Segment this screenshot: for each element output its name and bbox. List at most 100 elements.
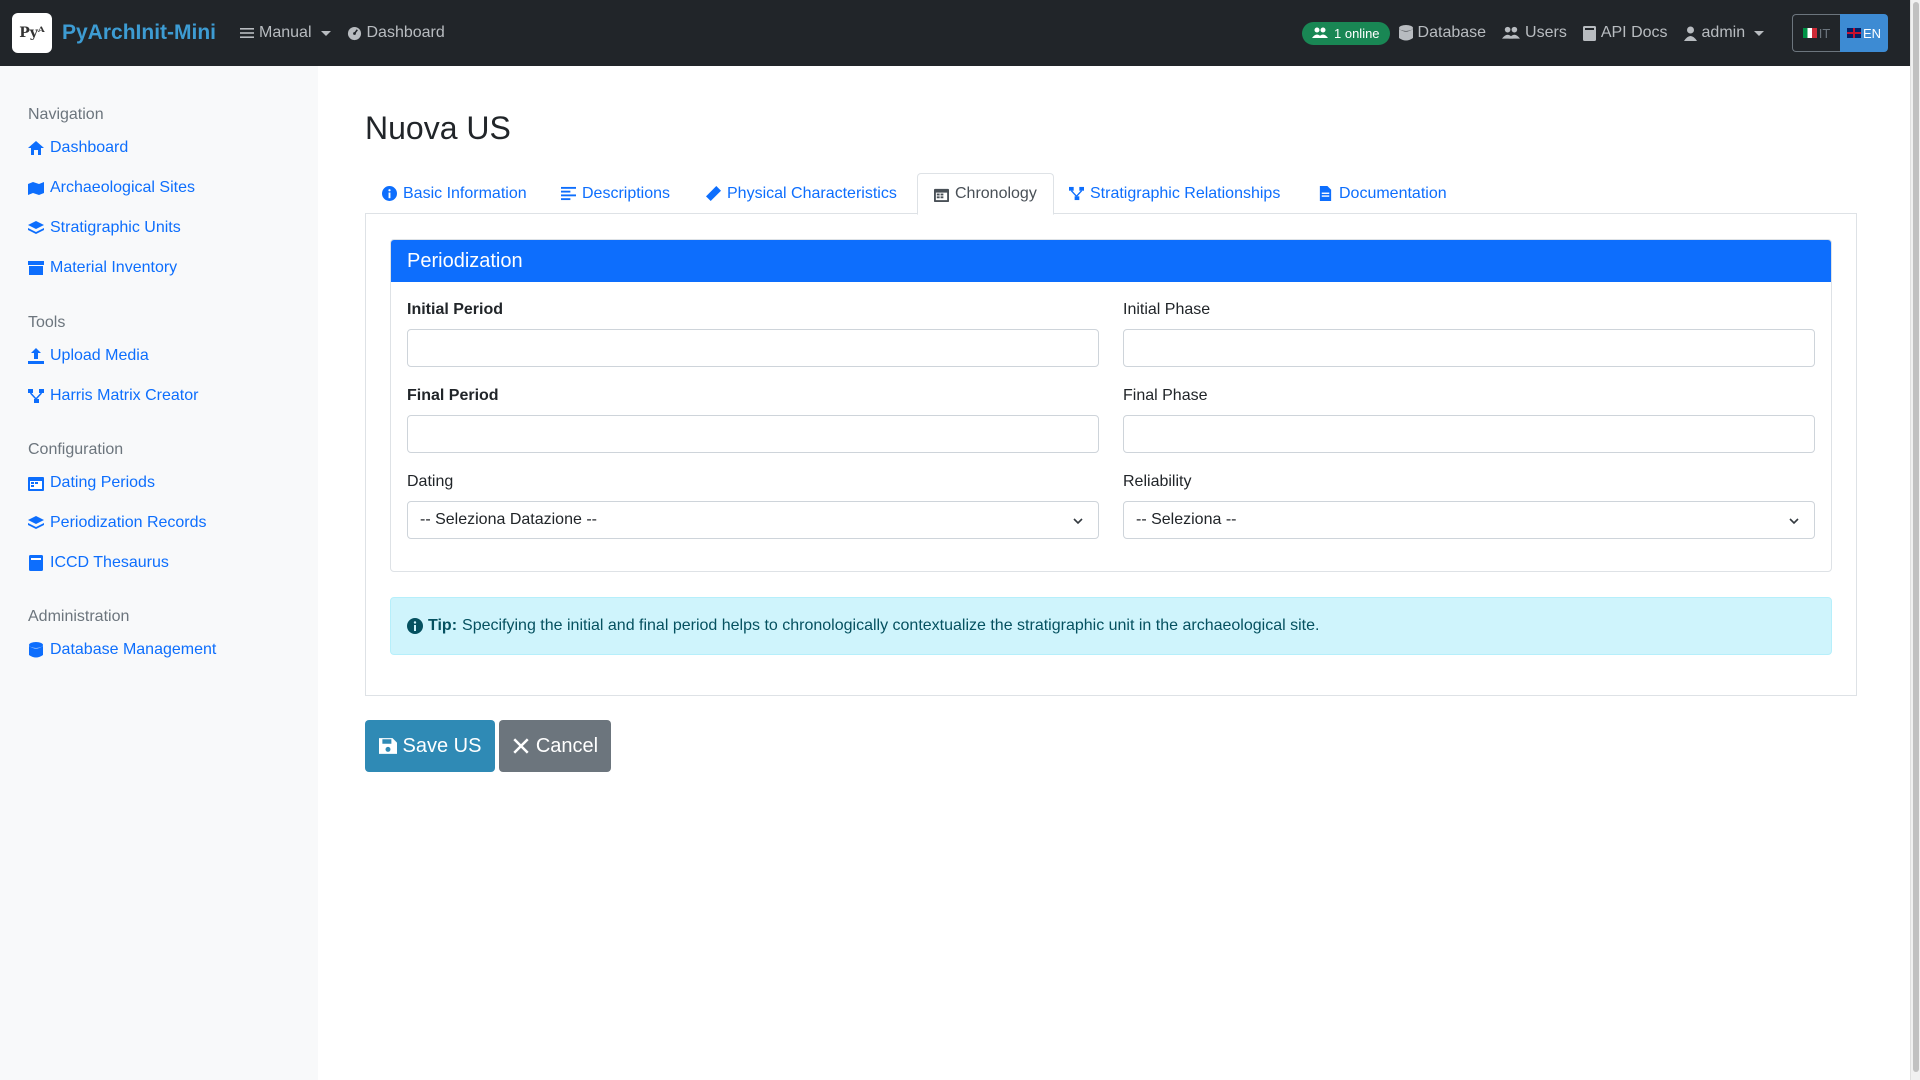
chevron-down-icon xyxy=(1789,518,1799,525)
user-icon xyxy=(1683,26,1697,41)
final-phase-input[interactable] xyxy=(1123,415,1815,453)
page-title: Nuova US xyxy=(365,110,511,146)
nav-dashboard[interactable]: Dashboard xyxy=(347,24,445,42)
sidebar-item-label: ICCD Thesaurus xyxy=(50,554,169,571)
tab-basic-information[interactable]: Basic Information xyxy=(382,173,527,214)
users-icon xyxy=(1312,27,1328,38)
diagram-icon xyxy=(1069,186,1084,201)
file-icon xyxy=(1319,186,1332,201)
tab-label: Stratigraphic Relationships xyxy=(1090,184,1281,202)
save-button[interactable]: Save US xyxy=(365,720,495,772)
sidebar: Navigation Dashboard Archaeological Site… xyxy=(0,66,318,1080)
tab-label: Physical Characteristics xyxy=(727,184,897,202)
scrollbar-thumb[interactable] xyxy=(1913,2,1919,1072)
lang-en-button[interactable]: EN xyxy=(1840,14,1888,52)
layers-icon xyxy=(28,221,44,234)
tab-stratigraphic-relationships[interactable]: Stratigraphic Relationships xyxy=(1069,173,1280,214)
tab-label: Descriptions xyxy=(582,184,671,202)
initial-period-label: Initial Period xyxy=(407,301,504,318)
book-icon xyxy=(1582,25,1596,41)
sidebar-item-material-inventory[interactable]: Material Inventory xyxy=(28,259,177,277)
menu-icon xyxy=(240,28,255,38)
sidebar-item-label: Harris Matrix Creator xyxy=(50,387,199,404)
sidebar-item-iccd-thesaurus[interactable]: ICCD Thesaurus xyxy=(28,554,169,572)
tab-documentation[interactable]: Documentation xyxy=(1318,173,1447,214)
dating-label: Dating xyxy=(407,473,454,490)
diagram-icon xyxy=(28,389,44,403)
initial-phase-label: Initial Phase xyxy=(1123,301,1211,318)
layers-icon xyxy=(28,516,44,529)
book-icon xyxy=(29,555,43,571)
nav-database-label: Database xyxy=(1417,24,1487,41)
sidebar-item-label: Dashboard xyxy=(50,139,129,156)
lang-it-button[interactable]: IT xyxy=(1792,14,1840,52)
tab-physical-characteristics[interactable]: Physical Characteristics xyxy=(706,173,897,214)
sidebar-item-dashboard[interactable]: Dashboard xyxy=(28,139,128,157)
close-icon xyxy=(513,738,529,754)
tab-label: Documentation xyxy=(1339,184,1447,202)
periodization-header: Periodization xyxy=(391,240,1831,282)
reliability-selected-value: -- Seleziona -- xyxy=(1136,511,1237,528)
online-count: 1 online xyxy=(1334,25,1380,41)
tip-text: Specifying the initial and final period … xyxy=(462,617,1320,634)
info-icon xyxy=(382,186,397,201)
sidebar-heading-tools: Tools xyxy=(28,314,66,331)
reliability-select[interactable]: -- Seleziona -- xyxy=(1123,501,1815,539)
nav-dashboard-label: Dashboard xyxy=(366,24,445,41)
initial-period-input[interactable] xyxy=(407,329,1099,367)
admin-label: admin xyxy=(1701,24,1746,41)
align-left-icon xyxy=(561,186,576,201)
italy-flag-icon xyxy=(1802,28,1817,38)
initial-phase-input[interactable] xyxy=(1123,329,1815,367)
sidebar-item-archaeological-sites[interactable]: Archaeological Sites xyxy=(28,179,195,197)
sidebar-heading-configuration: Configuration xyxy=(28,441,124,458)
vertical-scrollbar[interactable] xyxy=(1910,0,1920,1080)
reliability-label: Reliability xyxy=(1123,473,1192,490)
archive-icon xyxy=(28,261,44,275)
nav-users[interactable]: Users xyxy=(1502,24,1567,42)
final-period-input[interactable] xyxy=(407,415,1099,453)
database-icon xyxy=(1398,25,1413,41)
manual-label: Manual xyxy=(259,24,312,41)
uk-flag-icon xyxy=(1846,28,1861,38)
cancel-button-label: Cancel xyxy=(535,734,599,757)
caret-down-icon xyxy=(320,30,331,36)
sidebar-item-label: Database Management xyxy=(50,641,217,658)
sidebar-item-label: Periodization Records xyxy=(50,514,207,531)
tab-label: Basic Information xyxy=(403,184,527,202)
admin-dropdown[interactable]: admin xyxy=(1683,24,1765,42)
nav-database[interactable]: Database xyxy=(1398,24,1487,42)
save-icon xyxy=(378,738,397,754)
sidebar-item-label: Stratigraphic Units xyxy=(50,219,181,236)
brand[interactable]: Pyᴬ PyArchInit-Mini xyxy=(12,13,216,53)
info-icon xyxy=(407,618,423,634)
nav-api-docs[interactable]: API Docs xyxy=(1582,24,1668,42)
manual-dropdown[interactable]: Manual xyxy=(240,24,331,42)
sidebar-item-upload-media[interactable]: Upload Media xyxy=(28,347,149,365)
periodization-card: Periodization Initial Period Initial Pha… xyxy=(390,239,1832,572)
sidebar-item-database-management[interactable]: Database Management xyxy=(28,641,216,659)
sidebar-item-dating-periods[interactable]: Dating Periods xyxy=(28,474,155,492)
map-icon xyxy=(28,182,44,195)
sidebar-item-label: Archaeological Sites xyxy=(50,179,195,196)
lang-it-label: IT xyxy=(1818,25,1831,41)
lang-en-label: EN xyxy=(1862,25,1882,41)
gauge-icon xyxy=(347,26,361,40)
sidebar-item-harris-matrix-creator[interactable]: Harris Matrix Creator xyxy=(28,387,198,405)
sidebar-item-label: Material Inventory xyxy=(50,259,178,276)
dating-selected-value: -- Seleziona Datazione -- xyxy=(420,511,597,528)
sidebar-heading-navigation: Navigation xyxy=(28,106,104,123)
tab-chronology[interactable]: Chronology xyxy=(917,173,1054,215)
sidebar-item-periodization-records[interactable]: Periodization Records xyxy=(28,514,207,532)
cancel-button[interactable]: Cancel xyxy=(499,720,611,772)
users-icon xyxy=(1502,26,1521,39)
sidebar-item-stratigraphic-units[interactable]: Stratigraphic Units xyxy=(28,219,181,237)
form-tabs: Basic Information Descriptions Physical … xyxy=(365,173,1857,215)
dating-select[interactable]: -- Seleziona Datazione -- xyxy=(407,501,1099,539)
top-navbar: Pyᴬ PyArchInit-Mini Manual Dashboard 1 o… xyxy=(0,0,1910,66)
language-switcher: IT EN xyxy=(1792,14,1888,52)
online-users-badge[interactable]: 1 online xyxy=(1302,21,1390,45)
ruler-icon xyxy=(706,186,721,201)
calendar-icon xyxy=(934,188,949,202)
tab-descriptions[interactable]: Descriptions xyxy=(561,173,670,214)
